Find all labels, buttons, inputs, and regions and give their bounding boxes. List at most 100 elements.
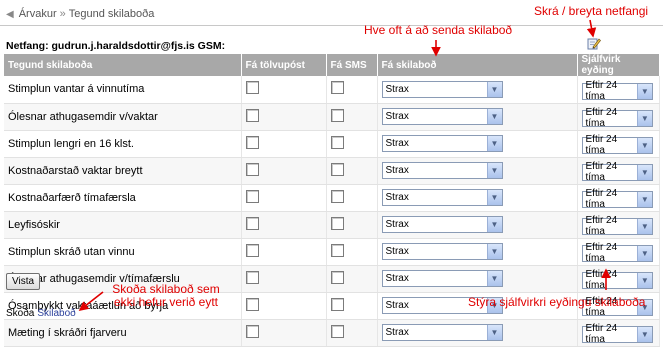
table-row: Stimplun lengri en 16 klst. Strax ▼ Eftir 2… — [4, 130, 660, 158]
frequency-cell: Strax ▼ — [377, 157, 578, 185]
breadcrumb-current: Tegund skilaboða — [68, 8, 155, 20]
sms-checkbox[interactable] — [330, 162, 344, 176]
frequency-select[interactable]: Strax ▼ — [381, 135, 503, 152]
sms-cell — [326, 265, 378, 293]
auto-delete-select[interactable]: Eftir 24 tíma ▼ — [581, 242, 653, 264]
frequency-select[interactable]: Strax ▼ — [381, 162, 503, 179]
back-arrow-icon[interactable]: ◀ — [6, 9, 14, 20]
auto-delete-cell: Eftir 24 tíma ▼ — [577, 157, 660, 185]
sms-cell — [326, 76, 378, 104]
frequency-cell: Strax ▼ — [377, 211, 578, 239]
frequency-select[interactable]: Strax ▼ — [381, 189, 503, 206]
sms-checkbox[interactable] — [330, 324, 344, 338]
message-type-label: Mæting í skráðri fjarveru — [4, 319, 242, 347]
auto-delete-select[interactable]: Eftir 24 tíma ▼ — [581, 107, 653, 129]
frequency-cell: Strax ▼ — [377, 265, 578, 293]
message-type-label: Stimplun vantar á vinnutíma — [4, 76, 242, 104]
auto-delete-value: Eftir 24 tíma — [585, 80, 618, 102]
frequency-value: Strax — [385, 327, 409, 338]
auto-delete-select[interactable]: Eftir 24 tíma ▼ — [581, 80, 653, 102]
email-checkbox[interactable] — [245, 243, 259, 257]
chevron-down-icon: ▼ — [637, 137, 652, 153]
table-row: Stimplun vantar á vinnutíma Strax ▼ Eftir 2… — [4, 76, 660, 104]
frequency-cell: Strax ▼ — [377, 184, 578, 212]
chevron-down-icon: ▼ — [486, 217, 502, 232]
chevron-down-icon: ▼ — [486, 163, 502, 178]
chevron-down-icon: ▼ — [486, 136, 502, 151]
frequency-value: Strax — [385, 192, 409, 203]
email-checkbox[interactable] — [245, 162, 259, 176]
annotation-frequency: Hve oft á að senda skilaboð — [364, 23, 513, 37]
table-row: Mæting í skráðri fjarveru Strax ▼ Eftir 24 … — [4, 319, 660, 347]
auto-delete-select[interactable]: Eftir 24 tíma ▼ — [581, 269, 653, 292]
auto-delete-select[interactable]: Eftir 24 tíma ▼ — [581, 134, 653, 156]
email-checkbox[interactable] — [245, 108, 259, 122]
auto-delete-select[interactable]: Eftir 24 tíma ▼ — [581, 215, 653, 238]
frequency-cell: Strax ▼ — [377, 76, 578, 104]
auto-delete-value: Eftir 24 tíma — [585, 269, 618, 292]
email-checkbox[interactable] — [245, 189, 259, 203]
sms-checkbox[interactable] — [330, 81, 344, 95]
breadcrumb-back[interactable]: Árvakur — [19, 8, 57, 20]
chevron-down-icon: ▼ — [486, 109, 502, 124]
auto-delete-cell: Eftir 24 tíma ▼ — [577, 184, 660, 212]
annotation-auto-delete: Stýra sjálfvirkri eyðingu skilaboða — [468, 295, 646, 309]
email-checkbox[interactable] — [245, 297, 259, 311]
chevron-down-icon: ▼ — [486, 244, 502, 259]
table-row: Ólesnar athugasemdir v/vaktar Strax ▼ Eftir… — [4, 103, 660, 131]
table-row: Kostnaðarstað vaktar breytt Strax ▼ Eftir 2… — [4, 157, 660, 185]
sms-checkbox[interactable] — [330, 243, 344, 257]
sms-checkbox[interactable] — [330, 189, 344, 203]
chevron-down-icon: ▼ — [486, 271, 502, 286]
email-checkbox[interactable] — [245, 81, 259, 95]
frequency-value: Strax — [385, 138, 409, 149]
sms-checkbox[interactable] — [330, 270, 344, 284]
frequency-select[interactable]: Strax ▼ — [381, 243, 503, 260]
table-header-row: Tegund skilaboða Fá tölvupóst Fá SMS Fá … — [4, 54, 660, 76]
email-cell — [241, 211, 327, 239]
sms-checkbox[interactable] — [330, 216, 344, 230]
sms-cell — [326, 157, 378, 185]
frequency-cell: Strax ▼ — [377, 130, 578, 158]
frequency-value: Strax — [385, 111, 409, 122]
frequency-select[interactable]: Strax ▼ — [381, 216, 503, 233]
auto-delete-value: Eftir 24 tíma — [585, 215, 618, 238]
table-row: Ólesnar athugasemdir v/tímafærslu Strax ▼ E… — [4, 265, 660, 293]
message-type-label: Ólesnar athugasemdir v/vaktar — [4, 103, 242, 131]
chevron-down-icon: ▼ — [637, 83, 652, 99]
sms-cell — [326, 103, 378, 131]
auto-delete-cell: Eftir 24 tíma ▼ — [577, 238, 660, 266]
arrow-edit-email — [586, 19, 597, 38]
frequency-cell: Strax ▼ — [377, 103, 578, 131]
auto-delete-cell: Eftir 24 tíma ▼ — [577, 211, 660, 239]
email-checkbox[interactable] — [245, 216, 259, 230]
auto-delete-select[interactable]: Eftir 24 tíma ▼ — [581, 323, 653, 345]
email-checkbox[interactable] — [245, 270, 259, 284]
messages-link[interactable]: Skilaboð — [37, 308, 75, 319]
frequency-select[interactable]: Strax ▼ — [381, 270, 503, 287]
save-button[interactable]: Vista — [6, 273, 41, 290]
auto-delete-cell: Eftir 24 tíma ▼ — [577, 76, 660, 104]
pencil-edit-icon[interactable] — [587, 37, 601, 50]
chevron-down-icon: ▼ — [637, 110, 652, 126]
frequency-select[interactable]: Strax ▼ — [381, 80, 503, 98]
message-type-label: Stimplun skráð utan vinnu — [4, 238, 242, 266]
sms-cell — [326, 319, 378, 347]
sms-checkbox[interactable] — [330, 108, 344, 122]
sms-cell — [326, 184, 378, 212]
frequency-value: Strax — [385, 300, 409, 311]
auto-delete-select[interactable]: Eftir 24 tíma ▼ — [581, 188, 653, 211]
sms-checkbox[interactable] — [330, 135, 344, 149]
chevron-down-icon: ▼ — [637, 164, 652, 180]
email-checkbox[interactable] — [245, 135, 259, 149]
auto-delete-select[interactable]: Eftir 24 tíma ▼ — [581, 161, 653, 183]
breadcrumb: ◀ Árvakur » Tegund skilaboða — [6, 8, 154, 20]
sms-checkbox[interactable] — [330, 297, 344, 311]
frequency-select[interactable]: Strax ▼ — [381, 108, 503, 125]
email-checkbox[interactable] — [245, 324, 259, 338]
chevron-down-icon: ▼ — [637, 272, 652, 288]
frequency-select[interactable]: Strax ▼ — [381, 324, 503, 341]
message-type-label: Kostnaðarstað vaktar breytt — [4, 157, 242, 185]
auto-delete-value: Eftir 24 tíma — [585, 188, 618, 211]
chevron-down-icon: ▼ — [486, 325, 502, 340]
